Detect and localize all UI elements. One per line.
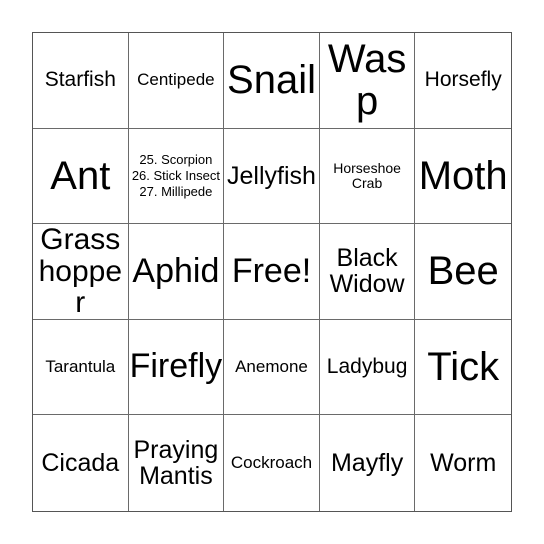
bingo-cell[interactable]: Praying Mantis: [129, 415, 225, 511]
bingo-cell-label: Jellyfish: [227, 161, 316, 190]
bingo-cell-free[interactable]: Free!: [224, 224, 320, 320]
bingo-cell[interactable]: Tick: [415, 320, 511, 416]
bingo-cell-label: Firefly: [129, 347, 223, 386]
bingo-cell[interactable]: 25. Scorpion 26. Stick Insect 27. Millip…: [128, 128, 225, 225]
bingo-cell[interactable]: Anemone: [224, 319, 320, 416]
bingo-cell[interactable]: Centipede: [128, 33, 225, 129]
bingo-cell-label: Wasp: [327, 37, 407, 124]
bingo-cell-label: Bee: [427, 249, 499, 294]
bingo-cell[interactable]: Worm: [415, 415, 511, 511]
bingo-cell-label: Black Widow: [329, 244, 405, 299]
bingo-cell[interactable]: Firefly: [128, 319, 225, 416]
bingo-cell[interactable]: Aphid: [128, 224, 225, 320]
bingo-cell-label: Horsefly: [424, 68, 502, 92]
bingo-cell-label: Worm: [430, 449, 497, 478]
bingo-cell-label: Aphid: [132, 251, 220, 290]
bingo-cell-label: Horseshoe Crab: [333, 160, 401, 191]
bingo-cell[interactable]: Horsefly: [415, 33, 511, 129]
bingo-cell-label: Moth: [418, 153, 508, 198]
bingo-cell[interactable]: Wasp: [319, 33, 416, 129]
bingo-cell-label: Ant: [50, 153, 111, 198]
bingo-cell-label: Cockroach: [230, 453, 313, 473]
bingo-cell[interactable]: Moth: [415, 129, 511, 225]
bingo-cell-label: 25. Scorpion 26. Stick Insect 27. Millip…: [131, 151, 220, 200]
bingo-cell-label: Starfish: [44, 68, 116, 92]
bingo-cell[interactable]: Tarantula: [33, 319, 129, 416]
bingo-cell[interactable]: Horseshoe Crab: [319, 128, 416, 225]
bingo-cell-label: Anemone: [235, 357, 308, 377]
bingo-cell-label: Ladybug: [326, 355, 408, 379]
bingo-cell[interactable]: Ladybug: [319, 319, 416, 416]
bingo-cell-label: Cicada: [41, 449, 120, 478]
bingo-card: Starfish Centipede Snail Wasp Horsefly A…: [32, 32, 512, 512]
bingo-cell[interactable]: Bee: [415, 224, 511, 320]
bingo-cell[interactable]: Snail: [224, 33, 320, 129]
bingo-cell[interactable]: Black Widow: [319, 224, 416, 320]
bingo-cell-label: Tarantula: [45, 357, 116, 377]
bingo-cell[interactable]: Cicada: [33, 415, 129, 511]
bingo-cell-label: Snail: [227, 58, 316, 103]
bingo-cell-label: Tick: [427, 345, 500, 390]
bingo-cell-label: Free!: [231, 251, 312, 290]
bingo-cell[interactable]: Mayfly: [320, 415, 416, 511]
bingo-cell-label: Mayfly: [330, 449, 404, 478]
bingo-cell[interactable]: Cockroach: [224, 415, 320, 511]
bingo-cell[interactable]: Grasshopper: [33, 224, 129, 320]
bingo-cell[interactable]: Jellyfish: [224, 128, 320, 225]
bingo-cell[interactable]: Ant: [33, 128, 129, 225]
bingo-cell-label: Grasshopper: [38, 224, 123, 320]
bingo-cell-label: Praying Mantis: [133, 435, 219, 491]
bingo-cell-label: Centipede: [137, 70, 215, 90]
bingo-cell[interactable]: Starfish: [33, 33, 129, 129]
